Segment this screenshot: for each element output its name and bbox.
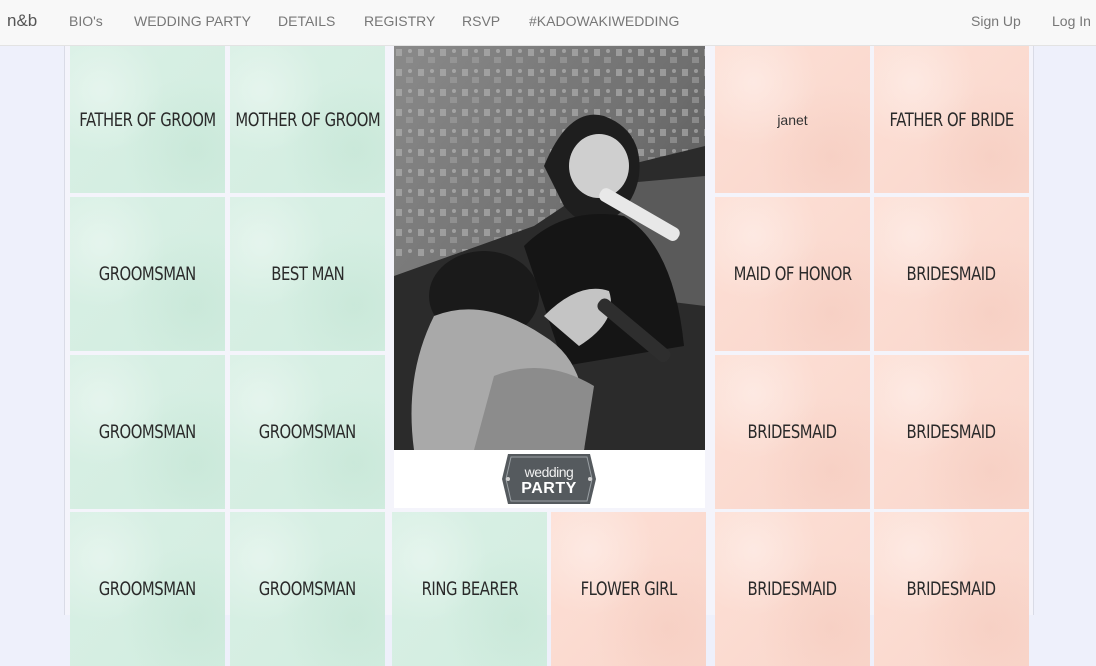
tile-label: BRIDESMAID [906,421,997,443]
tile-label: BRIDESMAID [747,421,838,443]
brand-logo-link[interactable]: n&b [7,11,37,31]
tile-label: BEST MAN [271,263,344,285]
wedding-party-badge: wedding PARTY [500,452,598,506]
tile-label: FLOWER GIRL [580,578,677,600]
nav-link-bios[interactable]: BIO's [69,13,103,29]
tile-label: BRIDESMAID [747,578,838,600]
tile-best-man[interactable]: BEST MAN [230,197,385,351]
tile-groomsman[interactable]: GROOMSMAN [70,197,225,351]
tile-label: FATHER OF BRIDE [889,108,1014,131]
sign-up-link[interactable]: Sign Up [971,13,1021,29]
log-in-link[interactable]: Log In [1052,13,1091,29]
top-navbar: n&b BIO's WEDDING PARTY DETAILS REGISTRY… [0,0,1096,46]
wedding-party-grid: FATHER OF GROOM MOTHER OF GROOM janet FA… [64,46,1034,666]
tile-label: GROOMSMAN [258,421,357,443]
tile-groomsman[interactable]: GROOMSMAN [230,355,385,509]
nav-link-details[interactable]: DETAILS [278,13,335,29]
tile-label: BRIDESMAID [906,263,997,285]
nav-link-rsvp[interactable]: RSVP [462,13,500,29]
tile-bridesmaid[interactable]: BRIDESMAID [715,355,870,509]
tile-flower-girl[interactable]: FLOWER GIRL [551,512,706,666]
tile-label: GROOMSMAN [258,578,357,600]
tile-label: FATHER OF GROOM [79,108,216,131]
tile-label: GROOMSMAN [98,263,197,285]
tile-groomsman[interactable]: GROOMSMAN [70,512,225,666]
tile-ring-bearer[interactable]: RING BEARER [392,512,547,666]
tile-maid-of-honor[interactable]: MAID OF HONOR [715,197,870,351]
nav-link-hashtag[interactable]: #KADOWAKIWEDDING [529,13,679,29]
tile-mother-of-groom[interactable]: MOTHER OF GROOM [230,46,385,193]
tile-bridesmaid[interactable]: BRIDESMAID [874,197,1029,351]
nav-link-wedding-party[interactable]: WEDDING PARTY [134,13,251,29]
tile-label: BRIDESMAID [906,578,997,600]
tile-groomsman[interactable]: GROOMSMAN [70,355,225,509]
badge-line-wedding: wedding [524,464,574,480]
tile-groomsman[interactable]: GROOMSMAN [230,512,385,666]
tile-label: janet [777,111,808,128]
tile-label: GROOMSMAN [98,578,197,600]
tile-father-of-bride[interactable]: FATHER OF BRIDE [874,46,1029,193]
nav-link-registry[interactable]: REGISTRY [364,13,435,29]
tile-label: MOTHER OF GROOM [235,108,380,131]
wedding-party-photo-panel: wedding PARTY [394,46,705,508]
tile-janet[interactable]: janet [715,46,870,193]
tile-father-of-groom[interactable]: FATHER OF GROOM [70,46,225,193]
badge-line-party: PARTY [521,480,577,497]
tile-bridesmaid[interactable]: BRIDESMAID [874,355,1029,509]
tile-bridesmaid[interactable]: BRIDESMAID [715,512,870,666]
tile-label: GROOMSMAN [98,421,197,443]
tile-label: MAID OF HONOR [733,263,852,285]
couple-singing-photo [394,46,705,450]
tile-label: RING BEARER [421,578,518,600]
tile-bridesmaid[interactable]: BRIDESMAID [874,512,1029,666]
